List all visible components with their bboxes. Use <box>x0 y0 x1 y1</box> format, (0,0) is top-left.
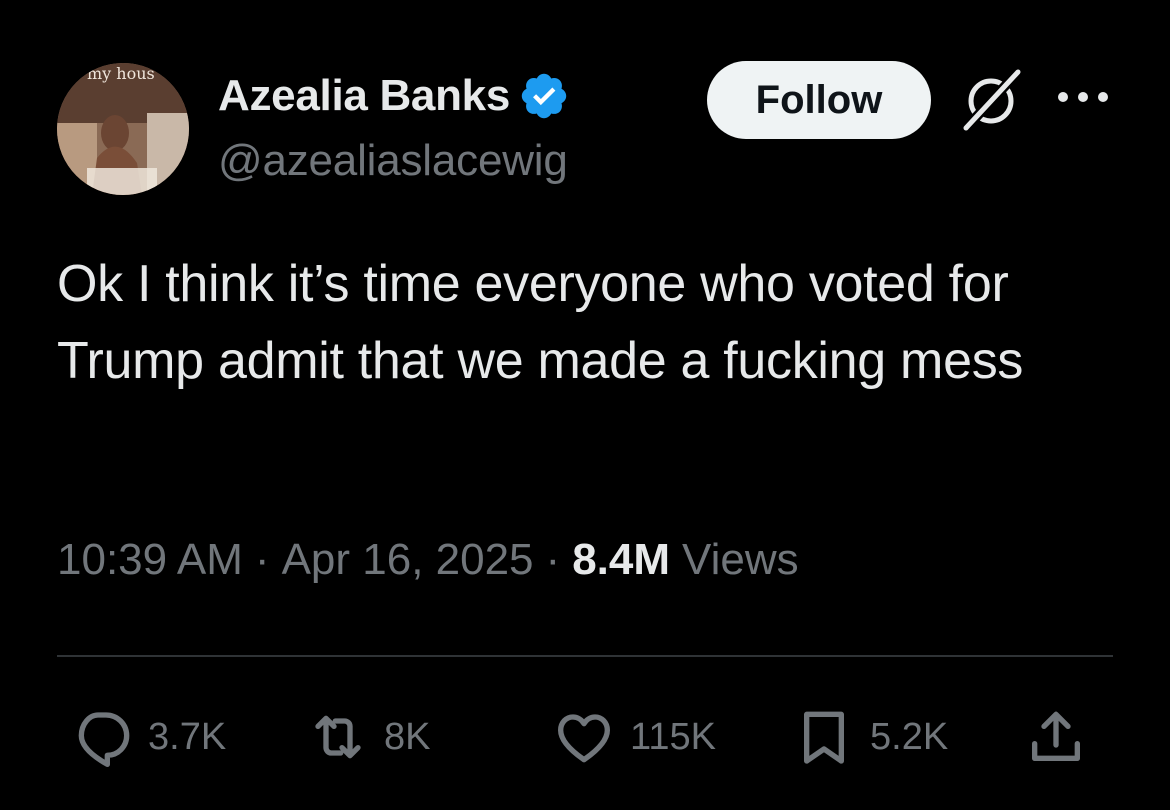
reply-button[interactable]: 3.7K <box>70 700 226 774</box>
display-name[interactable]: Azealia Banks <box>218 71 510 121</box>
more-icon[interactable] <box>1054 82 1112 112</box>
repost-icon <box>306 705 370 769</box>
bookmark-count: 5.2K <box>870 715 949 758</box>
like-count: 115K <box>630 715 716 758</box>
share-button[interactable] <box>1024 700 1088 774</box>
bookmark-icon <box>792 705 856 769</box>
bookmark-button[interactable]: 5.2K <box>792 700 948 774</box>
tweet-text: Ok I think it’s time everyone who voted … <box>57 255 1024 390</box>
divider <box>57 655 1113 657</box>
reply-icon <box>70 705 134 769</box>
avatar[interactable]: my hous <box>57 63 189 195</box>
author-handle[interactable]: @azealiaslacewig <box>218 136 568 186</box>
tweet-meta: 10:39 AM · Apr 16, 2025 · 8.4M Views <box>57 535 799 585</box>
views-label: Views <box>682 535 799 584</box>
avatar-caption: my hous <box>87 64 155 83</box>
repost-count: 8K <box>384 715 431 758</box>
tweet-time[interactable]: 10:39 AM <box>57 535 243 585</box>
verified-badge-icon <box>518 68 574 124</box>
author-name-row[interactable]: Azealia Banks <box>218 68 574 124</box>
reply-count: 3.7K <box>148 715 227 758</box>
repost-button[interactable]: 8K <box>306 700 430 774</box>
share-icon <box>1024 705 1088 769</box>
grok-icon[interactable] <box>958 66 1026 134</box>
avatar-image: my hous <box>57 63 189 195</box>
separator: · <box>545 535 561 584</box>
views-count: 8.4M <box>572 535 671 584</box>
follow-button[interactable]: Follow <box>707 61 931 139</box>
like-icon <box>552 705 616 769</box>
like-button[interactable]: 115K <box>552 700 716 774</box>
separator: · <box>254 535 270 584</box>
tweet-date[interactable]: Apr 16, 2025 <box>282 535 534 585</box>
